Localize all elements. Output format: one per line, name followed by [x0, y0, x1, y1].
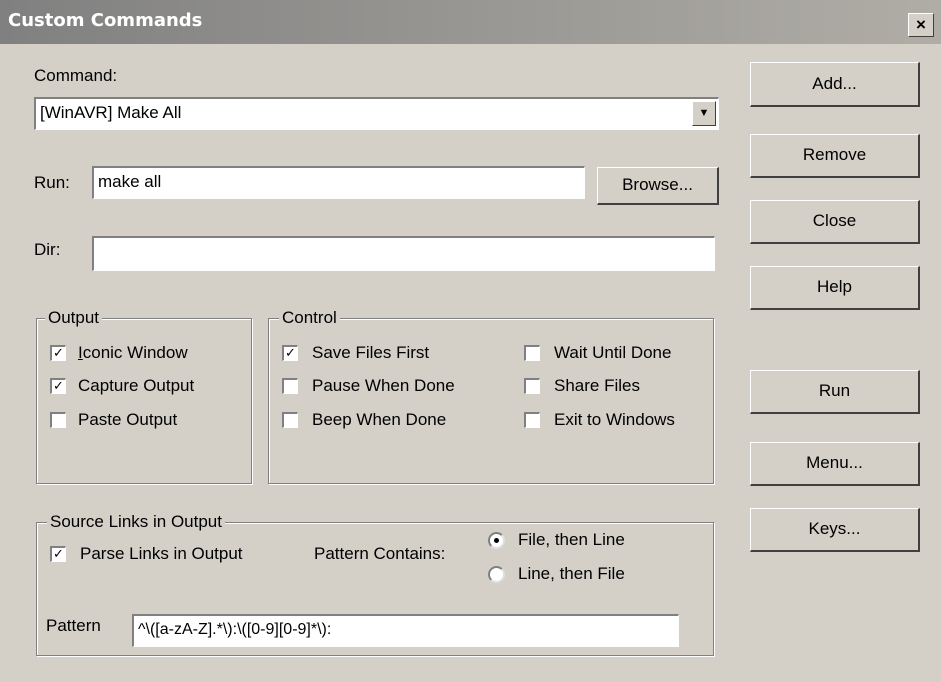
menu-button[interactable]: Menu... [750, 442, 920, 486]
radio-dot-icon [494, 538, 499, 543]
remove-button[interactable]: Remove [750, 134, 920, 178]
wait-until-done-label: Wait Until Done [554, 343, 672, 362]
run-label: Run: [34, 173, 70, 192]
command-label: Command: [34, 66, 118, 85]
exit-to-windows-label: Exit to Windows [554, 410, 675, 429]
close-icon: × [916, 15, 926, 34]
close-button[interactable]: Close [750, 200, 920, 244]
run-button[interactable]: Run [750, 370, 920, 414]
radio-line-then-file-label: Line, then File [518, 564, 625, 583]
window-title: Custom Commands [8, 10, 203, 31]
pattern-contains-label: Pattern Contains: [314, 544, 446, 563]
pause-when-done-check-box[interactable] [282, 378, 298, 394]
paste-output-check-box[interactable] [50, 412, 66, 428]
help-button[interactable]: Help [750, 266, 920, 310]
wait-until-done-check-box[interactable] [524, 345, 540, 361]
check-icon: ✓ [53, 378, 64, 393]
capture-output-check-box[interactable]: ✓ [50, 378, 66, 394]
command-selected-value: [WinAVR] Make All [40, 103, 182, 122]
radio-line-then-file-button[interactable] [488, 566, 505, 583]
output-legend: Output [45, 308, 103, 328]
keys-button[interactable]: Keys... [750, 508, 920, 552]
capture-output-label: Capture Output [78, 376, 195, 395]
check-icon: ✓ [285, 345, 296, 360]
dir-label: Dir: [34, 240, 61, 259]
check-icon: ✓ [53, 345, 64, 360]
iconic-window-label: Iconic Window [78, 343, 188, 362]
command-dropdown-arrow[interactable]: ▼ [692, 101, 716, 126]
parse-links-check-box[interactable]: ✓ [50, 546, 66, 562]
save-files-first-label: Save Files First [312, 343, 430, 362]
pause-when-done-label: Pause When Done [312, 376, 455, 395]
run-input[interactable]: make all [92, 166, 585, 199]
share-files-label: Share Files [554, 376, 640, 395]
pattern-label: Pattern [46, 616, 101, 635]
paste-output-label: Paste Output [78, 410, 178, 429]
exit-to-windows-check-box[interactable] [524, 412, 540, 428]
parse-links-label: Parse Links in Output [80, 544, 243, 563]
dir-input[interactable] [92, 236, 715, 271]
title-bar: Custom Commands × [0, 0, 941, 44]
control-legend: Control [279, 308, 340, 328]
browse-button[interactable]: Browse... [597, 167, 719, 205]
chevron-down-icon: ▼ [698, 107, 710, 119]
close-window-button[interactable]: × [908, 13, 934, 37]
beep-when-done-check-box[interactable] [282, 412, 298, 428]
add-button[interactable]: Add... [750, 62, 920, 107]
beep-when-done-label: Beep When Done [312, 410, 447, 429]
save-files-first-check-box[interactable]: ✓ [282, 345, 298, 361]
pattern-input[interactable]: ^\([a-zA-Z].*\):\([0-9][0-9]*\): [132, 614, 679, 647]
check-icon: ✓ [53, 546, 64, 561]
share-files-check-box[interactable] [524, 378, 540, 394]
radio-file-then-line-label: File, then Line [518, 530, 625, 549]
radio-file-then-line-button[interactable] [488, 532, 505, 549]
source-links-legend: Source Links in Output [47, 512, 225, 532]
command-dropdown[interactable]: [WinAVR] Make All ▼ [34, 97, 719, 130]
iconic-window-check-box[interactable]: ✓ [50, 345, 66, 361]
